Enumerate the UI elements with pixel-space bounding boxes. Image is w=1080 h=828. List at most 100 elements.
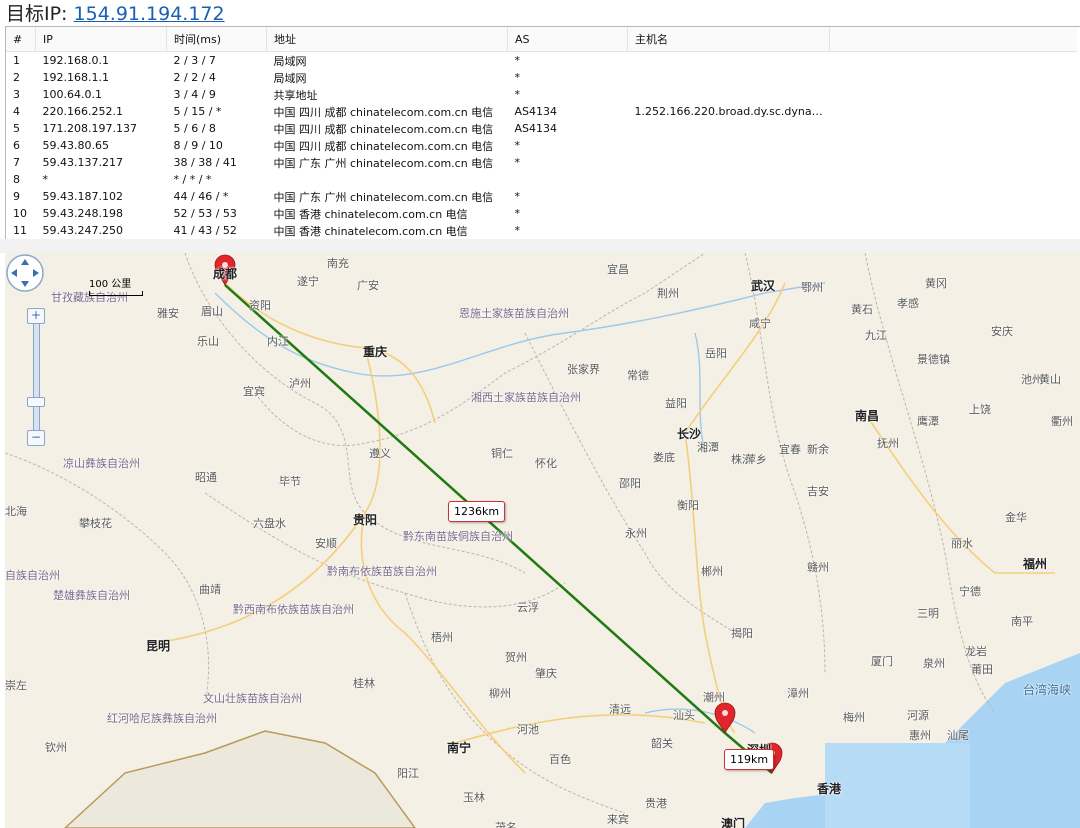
- map-label-town: 安庆: [991, 325, 1013, 338]
- hop-time: 2 / 2 / 4: [173, 71, 216, 84]
- hop-time: 44 / 46 / *: [173, 190, 229, 203]
- map-label-town: 邵阳: [619, 477, 641, 490]
- hop-as: *: [514, 156, 521, 169]
- map-label-town: 金华: [1005, 511, 1027, 524]
- map-label-town: 宜昌: [607, 263, 629, 276]
- map-label-city: 南宁: [447, 741, 472, 755]
- table-row[interactable]: 2 192.168.1.1 2 / 2 / 4 局域网 *: [6, 69, 1077, 86]
- column-header-index[interactable]: #: [6, 27, 36, 52]
- map-label-town: 玉林: [463, 791, 485, 804]
- zoom-slider-handle[interactable]: [27, 397, 45, 407]
- map-label-town: 广安: [357, 279, 379, 292]
- hop-as: *: [514, 190, 521, 203]
- map-label-town: 柳州: [489, 687, 511, 700]
- map-label-town: 黄山: [1039, 373, 1061, 386]
- map-label-town: 常德: [627, 369, 649, 382]
- route-map[interactable]: 成都重庆贵阳昆明南宁长沙武汉南昌福州香港澳门深圳甘孜藏族自治州凉山彝族自治州楚雄…: [5, 253, 1080, 828]
- hop-time: 41 / 43 / 52: [173, 224, 237, 237]
- hop-address: 中国 四川 成都 chinatelecom.com.cn 电信: [273, 122, 494, 136]
- table-row[interactable]: 3 100.64.0.1 3 / 4 / 9 共享地址 *: [6, 86, 1077, 103]
- zoom-out-button[interactable]: −: [27, 430, 45, 446]
- map-label-town: 铜仁: [491, 447, 513, 460]
- map-label-town: 梅州: [843, 711, 865, 724]
- hop-address: [267, 171, 508, 188]
- zoom-in-button[interactable]: +: [27, 308, 45, 324]
- table-row[interactable]: 10 59.43.248.198 52 / 53 / 53 中国 香港 chinate…: [6, 205, 1077, 222]
- hop-hostname: [628, 154, 830, 171]
- map-label-town: 萍乡: [745, 453, 767, 466]
- map-label-city: 香港: [817, 782, 842, 796]
- map-label-town: 宁德: [959, 585, 981, 598]
- map-label-town: 龙岩: [965, 645, 987, 658]
- pan-control[interactable]: [5, 253, 45, 293]
- map-label-town: 景德镇: [917, 353, 950, 366]
- target-ip-label: 目标IP:: [6, 3, 74, 25]
- map-label-town: 益阳: [665, 397, 687, 410]
- map-label-town: 赣州: [807, 561, 829, 574]
- column-header-as[interactable]: AS: [507, 27, 628, 52]
- hop-index: 9: [13, 190, 20, 203]
- map-label-town: 鄂州: [801, 281, 823, 294]
- map-label-town: 云浮: [517, 601, 539, 614]
- map-label-town: 抚州: [877, 437, 899, 450]
- map-label-town: 莆田: [971, 663, 993, 676]
- hop-hostname: [628, 69, 830, 86]
- target-ip-link[interactable]: 154.91.194.172: [74, 3, 225, 25]
- table-row[interactable]: 6 59.43.80.65 8 / 9 / 10 中国 四川 成都 chinatele…: [6, 137, 1077, 154]
- map-label-town: 内江: [267, 335, 289, 348]
- hop-address: 共享地址: [273, 88, 318, 102]
- hop-index: 7: [13, 156, 20, 169]
- section-divider: [0, 239, 1080, 253]
- map-label-town: 湘潭: [697, 441, 719, 454]
- distance-label: 1236km: [448, 501, 506, 522]
- hop-time: 2 / 3 / 7: [173, 54, 216, 67]
- table-row[interactable]: 5 171.208.197.137 5 / 6 / 8 中国 四川 成都 chinat…: [6, 120, 1077, 137]
- table-row[interactable]: 8 * * / * / *: [6, 171, 1077, 188]
- map-label-town: 宜春: [779, 443, 801, 456]
- table-row[interactable]: 7 59.43.137.217 38 / 38 / 41 中国 广东 广州 china…: [6, 154, 1077, 171]
- hop-index: 3: [13, 88, 20, 101]
- map-label-town: 张家界: [567, 363, 600, 376]
- hop-index: 6: [13, 139, 20, 152]
- hop-time: * / * / *: [173, 173, 212, 186]
- row-filler: [830, 154, 1078, 171]
- row-filler: [830, 69, 1078, 86]
- map-label-town: 北海: [5, 505, 27, 518]
- map-label-town: 九江: [865, 329, 887, 342]
- table-row[interactable]: 4 220.166.252.1 5 / 15 / * 中国 四川 成都 chinate…: [6, 103, 1077, 120]
- map-label-town: 河池: [517, 723, 539, 736]
- row-filler: [830, 222, 1078, 239]
- target-ip-header: 目标IP: 154.91.194.172: [6, 2, 225, 26]
- map-label-town: 黄石: [851, 303, 873, 316]
- column-header-time[interactable]: 时间(ms): [166, 27, 267, 52]
- column-header-hostname[interactable]: 主机名: [627, 27, 830, 52]
- row-filler: [830, 171, 1078, 188]
- scale-bar: 100 公里: [89, 275, 143, 296]
- hop-hostname: [628, 171, 830, 188]
- hop-ip: 59.43.247.250: [42, 224, 123, 237]
- table-row[interactable]: 9 59.43.187.102 44 / 46 / * 中国 广东 广州 chinat…: [6, 188, 1077, 205]
- map-label-town: 郴州: [701, 565, 723, 578]
- hop-time: 5 / 6 / 8: [173, 122, 216, 135]
- map-label-town: 百色: [549, 753, 571, 766]
- column-header-ip[interactable]: IP: [35, 27, 167, 52]
- hop-ip: 59.43.137.217: [42, 156, 123, 169]
- column-header-address[interactable]: 地址: [266, 27, 508, 52]
- zoom-slider-track[interactable]: [33, 323, 40, 435]
- map-label-town: 曲靖: [199, 583, 221, 596]
- map-label-town: 遵义: [369, 447, 391, 460]
- hop-ip: 220.166.252.1: [42, 105, 123, 118]
- table-row[interactable]: 11 59.43.247.250 41 / 43 / 52 中国 香港 chinate…: [6, 222, 1077, 239]
- map-label-town: 永州: [625, 527, 647, 540]
- map-label-region: 黔南布依族苗族自治州: [327, 565, 437, 578]
- hop-as: *: [514, 139, 521, 152]
- map-label-city: 南昌: [855, 409, 880, 423]
- map-label-town: 眉山: [201, 305, 223, 318]
- hop-address: 局域网: [273, 54, 307, 68]
- map-label-town: 三明: [917, 607, 939, 620]
- map-label-town: 钦州: [45, 741, 67, 754]
- table-row[interactable]: 1 192.168.0.1 2 / 3 / 7 局域网 *: [6, 52, 1077, 70]
- map-label-town: 贵港: [645, 797, 667, 810]
- border-region: [63, 730, 416, 828]
- hop-address: 中国 四川 成都 chinatelecom.com.cn 电信: [273, 139, 494, 153]
